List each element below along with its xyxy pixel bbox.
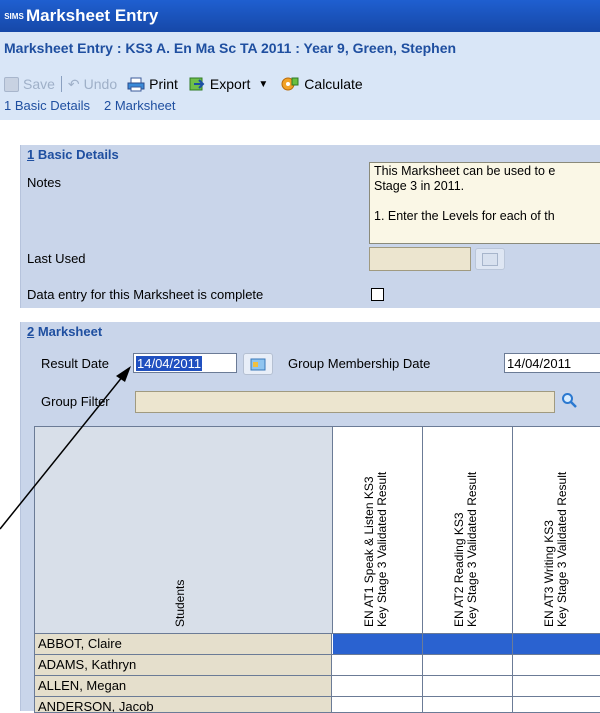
column-header-label: EN AT2 Reading KS3 Key Stage 3 Validated… xyxy=(452,471,479,627)
marksheet-grid: Students EN AT1 Speak & Listen KS3 Key S… xyxy=(34,426,600,713)
section-nav: 1 Basic Details 2 Marksheet xyxy=(4,98,176,113)
group-membership-date-field[interactable]: 14/04/2011 xyxy=(504,353,600,373)
group-membership-date-label: Group Membership Date xyxy=(288,356,431,371)
nav-link-basic-details[interactable]: 1 Basic Details xyxy=(4,98,90,113)
sims-logo: SIMS xyxy=(4,11,24,21)
group-filter-field[interactable] xyxy=(135,391,555,413)
table-row[interactable]: ABBOT, Claire xyxy=(35,634,600,655)
window-title: Marksheet Entry xyxy=(26,6,159,25)
save-button[interactable]: Save xyxy=(4,76,55,92)
student-name[interactable]: ADAMS, Kathryn xyxy=(35,655,332,675)
students-header-label: Students xyxy=(173,579,187,627)
printer-icon xyxy=(127,77,145,91)
grid-cell[interactable] xyxy=(513,676,600,696)
complete-checkbox[interactable] xyxy=(371,288,384,301)
grid-cell[interactable] xyxy=(423,676,513,696)
result-date-field[interactable]: 14/04/2011 xyxy=(133,353,237,373)
table-row[interactable]: ALLEN, Megan xyxy=(35,676,600,697)
basic-details-title[interactable]: 1 Basic Details xyxy=(27,147,119,162)
grid-cell[interactable] xyxy=(513,634,600,654)
grid-cell[interactable] xyxy=(333,634,423,654)
result-date-calendar-button[interactable] xyxy=(243,353,273,375)
search-icon[interactable] xyxy=(561,392,577,408)
column-header-label: EN AT1 Speak & Listen KS3 Key Stage 3 Va… xyxy=(362,471,389,627)
marksheet-panel: 2 Marksheet Result Date 14/04/2011 Group… xyxy=(20,322,600,713)
notes-textbox[interactable]: This Marksheet can be used to e Stage 3 … xyxy=(369,162,600,244)
notes-line: Stage 3 in 2011. xyxy=(374,179,465,193)
nav-link-marksheet[interactable]: 2 Marksheet xyxy=(104,98,176,113)
page-title: Marksheet Entry : KS3 A. En Ma Sc TA 201… xyxy=(4,40,457,56)
last-used-field[interactable] xyxy=(369,247,471,271)
grid-cell[interactable] xyxy=(513,655,600,675)
toolbar-divider xyxy=(60,76,62,92)
table-row[interactable]: ADAMS, Kathryn xyxy=(35,655,600,676)
export-icon xyxy=(189,77,205,91)
column-header-label: EN AT3 Writing KS3 Key Stage 3 Validated… xyxy=(542,471,569,627)
complete-label: Data entry for this Marksheet is complet… xyxy=(27,287,264,302)
student-name[interactable]: ABBOT, Claire xyxy=(35,634,332,654)
grid-cell[interactable] xyxy=(333,655,423,675)
last-used-calendar-button[interactable] xyxy=(475,248,505,270)
student-name[interactable]: ALLEN, Megan xyxy=(35,676,332,696)
students-column-header[interactable]: Students xyxy=(35,427,333,634)
basic-details-panel: 1 Basic Details Notes This Marksheet can… xyxy=(20,145,600,308)
calculate-icon xyxy=(281,77,299,91)
calendar-icon xyxy=(250,358,266,371)
calculate-button[interactable]: Calculate xyxy=(280,75,363,93)
column-header-en-at2[interactable]: EN AT2 Reading KS3 Key Stage 3 Validated… xyxy=(423,427,513,634)
chevron-down-icon[interactable]: ▼ xyxy=(258,79,268,90)
export-button[interactable]: Export ▼ xyxy=(188,76,268,92)
result-date-label: Result Date xyxy=(41,356,109,371)
notes-line xyxy=(374,194,600,209)
undo-icon: ↶ xyxy=(67,75,80,92)
grid-cell[interactable] xyxy=(333,676,423,696)
notes-line: 1. Enter the Levels for each of th xyxy=(374,209,555,223)
marksheet-header: Marksheet Entry : KS3 A. En Ma Sc TA 201… xyxy=(0,32,600,120)
last-used-label: Last Used xyxy=(27,251,86,266)
notes-line: This Marksheet can be used to e xyxy=(374,164,556,178)
group-filter-label: Group Filter xyxy=(41,394,110,409)
calendar-icon xyxy=(482,252,498,266)
grid-cell[interactable] xyxy=(423,655,513,675)
column-header-en-at1[interactable]: EN AT1 Speak & Listen KS3 Key Stage 3 Va… xyxy=(333,427,423,634)
notes-label: Notes xyxy=(27,175,61,190)
grid-cell[interactable] xyxy=(423,634,513,654)
undo-button[interactable]: ↶ Undo xyxy=(68,76,117,93)
window-title-bar: SIMS Marksheet Entry xyxy=(0,0,600,32)
marksheet-title[interactable]: 2 Marksheet xyxy=(27,324,102,339)
save-icon xyxy=(4,76,19,92)
print-button[interactable]: Print xyxy=(127,76,178,92)
toolbar: Save ↶ Undo Print Export ▼ Calculate xyxy=(4,75,363,93)
column-header-en-at3[interactable]: EN AT3 Writing KS3 Key Stage 3 Validated… xyxy=(513,427,600,634)
